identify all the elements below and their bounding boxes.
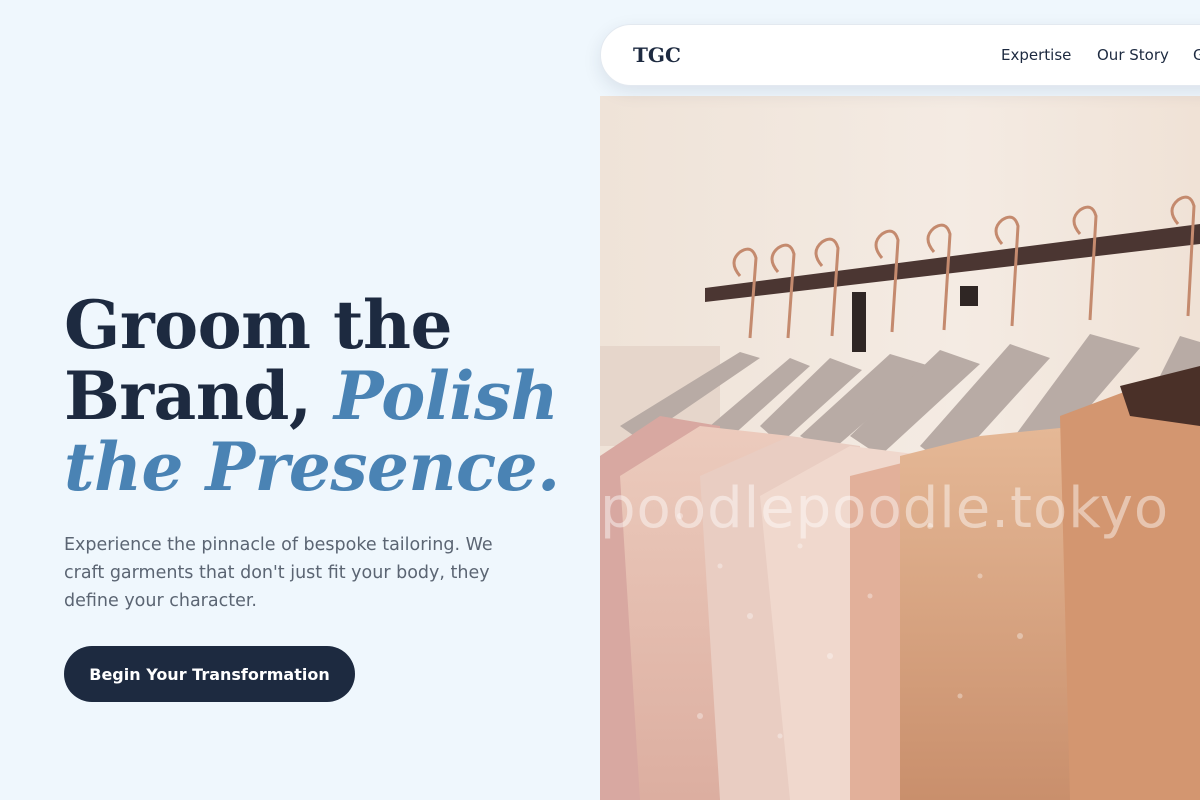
tgc-logo[interactable]: TGC — [633, 43, 681, 67]
clothing-rack-photo: poodlepoodle.tokyo — [600, 96, 1200, 800]
headline-line-2: Brand, — [64, 357, 312, 435]
top-navbar: TGC Expertise Our Story G — [600, 24, 1200, 86]
image-watermark: poodlepoodle.tokyo — [600, 476, 1170, 541]
headline-accent-2: the Presence. — [64, 428, 560, 506]
hero-section: Groom the Brand, Polish the Presence. Ex… — [64, 0, 564, 800]
nav-link-partial[interactable]: G — [1193, 46, 1200, 64]
headline-accent-1: Polish — [333, 357, 559, 435]
hero-subtext: Experience the pinnacle of bespoke tailo… — [64, 535, 493, 611]
nav-link-expertise[interactable]: Expertise — [1001, 46, 1071, 64]
nav-link-our-story[interactable]: Our Story — [1097, 46, 1169, 64]
hero-headline: Groom the Brand, Polish the Presence. — [64, 290, 584, 503]
clothing-rack-illustration — [600, 96, 1200, 800]
begin-transformation-button[interactable]: Begin Your Transformation — [64, 646, 355, 702]
headline-line-1: Groom the — [64, 286, 452, 364]
